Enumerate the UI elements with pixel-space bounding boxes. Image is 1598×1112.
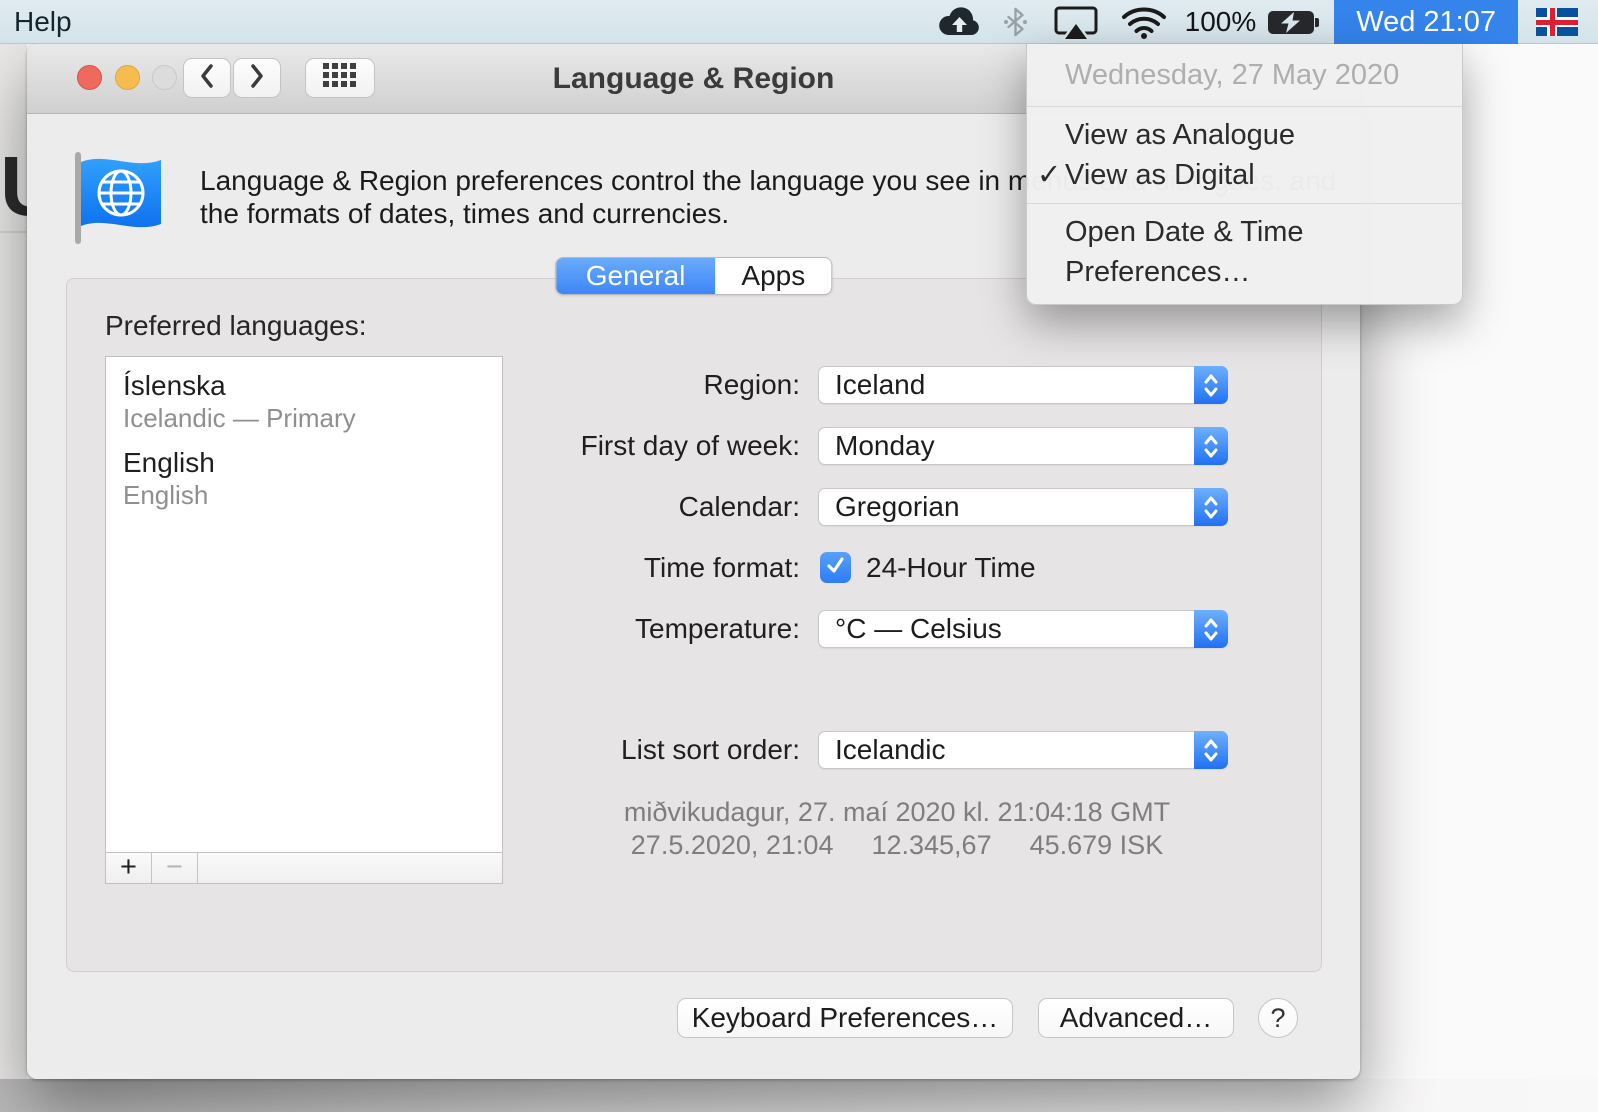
checkmark-icon: [824, 554, 847, 582]
stepper-arrows-icon: [1194, 731, 1228, 769]
cloud-upload-icon[interactable]: [936, 6, 982, 38]
sample-currency: 45.679 ISK: [1030, 830, 1164, 860]
iceland-flag-icon[interactable]: [1536, 8, 1578, 36]
stepper-arrows-icon: [1194, 427, 1228, 465]
bluetooth-icon[interactable]: [1004, 7, 1027, 37]
close-button[interactable]: [77, 65, 102, 90]
menu-date-header: Wednesday, 27 May 2020: [1027, 52, 1462, 98]
sort-order-popup[interactable]: Icelandic: [818, 731, 1228, 769]
temperature-label: Temperature:: [27, 610, 800, 648]
menu-item-view-digital[interactable]: ✓ View as Digital: [1027, 155, 1462, 195]
24-hour-checkbox-label: 24-Hour Time: [866, 552, 1036, 583]
zoom-button: [152, 65, 177, 90]
clock-dropdown-menu: Wednesday, 27 May 2020 View as Analogue …: [1026, 44, 1463, 305]
calendar-label: Calendar:: [27, 488, 800, 526]
flag-red-horizontal: [1536, 20, 1578, 25]
tab-apps[interactable]: Apps: [715, 258, 831, 294]
language-region-flag-icon: [72, 150, 164, 251]
language-list-toolbar: + −: [105, 853, 503, 884]
menu-bar: Help: [0, 0, 1598, 44]
screen: Up Language & Region: [0, 0, 1598, 1112]
stepper-arrows-icon: [1194, 488, 1228, 526]
add-language-button[interactable]: +: [106, 853, 152, 883]
first-day-value: Monday: [835, 430, 935, 461]
advanced-button[interactable]: Advanced…: [1038, 998, 1234, 1038]
background-divider: [0, 231, 27, 233]
calendar-popup[interactable]: Gregorian: [818, 488, 1228, 526]
toolbar-filler: [198, 853, 502, 883]
chevron-right-icon: [249, 63, 265, 94]
region-popup[interactable]: Iceland: [818, 366, 1228, 404]
minimize-button[interactable]: [115, 65, 140, 90]
menu-help[interactable]: Help: [14, 0, 72, 44]
calendar-value: Gregorian: [835, 491, 960, 522]
wifi-icon[interactable]: [1121, 5, 1167, 39]
show-all-button[interactable]: [305, 58, 375, 98]
sample-short-date: 27.5.2020, 21:04: [631, 830, 834, 860]
first-day-popup[interactable]: Monday: [818, 427, 1228, 465]
tab-bar: General Apps: [555, 257, 832, 295]
forward-button[interactable]: [233, 58, 281, 98]
checkmark-icon: ✓: [1037, 155, 1065, 195]
checkmark-slot: [1037, 115, 1065, 155]
clock-menu-item[interactable]: Wed 21:07: [1334, 0, 1518, 44]
temperature-popup[interactable]: °C — Celsius: [818, 610, 1228, 648]
desktop-bottom-area: [0, 1079, 1598, 1112]
stepper-arrows-icon: [1194, 366, 1228, 404]
menu-bar-status-items: 100% Wed 21:07: [936, 0, 1598, 44]
menu-item-label: View as Analogue: [1065, 115, 1295, 155]
menu-item-label: View as Digital: [1065, 155, 1255, 195]
remove-language-button[interactable]: −: [152, 853, 198, 883]
keyboard-preferences-button[interactable]: Keyboard Preferences…: [677, 998, 1013, 1038]
sort-order-value: Icelandic: [835, 734, 946, 765]
tab-general[interactable]: General: [556, 258, 716, 294]
help-button[interactable]: ?: [1258, 998, 1298, 1038]
menu-item-label: Open Date & Time Preferences…: [1065, 212, 1462, 292]
battery-percent: 100%: [1185, 6, 1257, 38]
time-format-label: Time format:: [27, 549, 800, 587]
first-day-label: First day of week:: [27, 427, 800, 465]
sample-formats-row: 27.5.2020, 21:04 12.345,67 45.679 ISK: [557, 830, 1237, 861]
sort-order-label: List sort order:: [27, 731, 800, 769]
back-button[interactable]: [183, 58, 231, 98]
sample-full-date: miðvikudagur, 27. maí 2020 kl. 21:04:18 …: [557, 797, 1237, 828]
menu-item-view-analogue[interactable]: View as Analogue: [1027, 115, 1462, 155]
region-label: Region:: [27, 366, 800, 404]
24-hour-checkbox[interactable]: [820, 552, 851, 583]
background-partial-text: Up: [0, 140, 27, 240]
checkmark-slot: [1037, 212, 1065, 292]
preferred-languages-label: Preferred languages:: [105, 310, 367, 342]
airplay-display-icon[interactable]: [1053, 5, 1099, 40]
temperature-value: °C — Celsius: [835, 613, 1002, 644]
battery-charging-icon[interactable]: [1268, 11, 1314, 34]
menu-item-open-date-time-preferences[interactable]: Open Date & Time Preferences…: [1027, 212, 1462, 292]
grid-icon: [323, 63, 357, 93]
battery-nub: [1315, 18, 1319, 27]
menu-separator: [1027, 203, 1462, 204]
chevron-left-icon: [199, 63, 215, 94]
menu-separator: [1027, 106, 1462, 107]
region-value: Iceland: [835, 369, 925, 400]
sample-number: 12.345,67: [871, 830, 991, 860]
stepper-arrows-icon: [1194, 610, 1228, 648]
